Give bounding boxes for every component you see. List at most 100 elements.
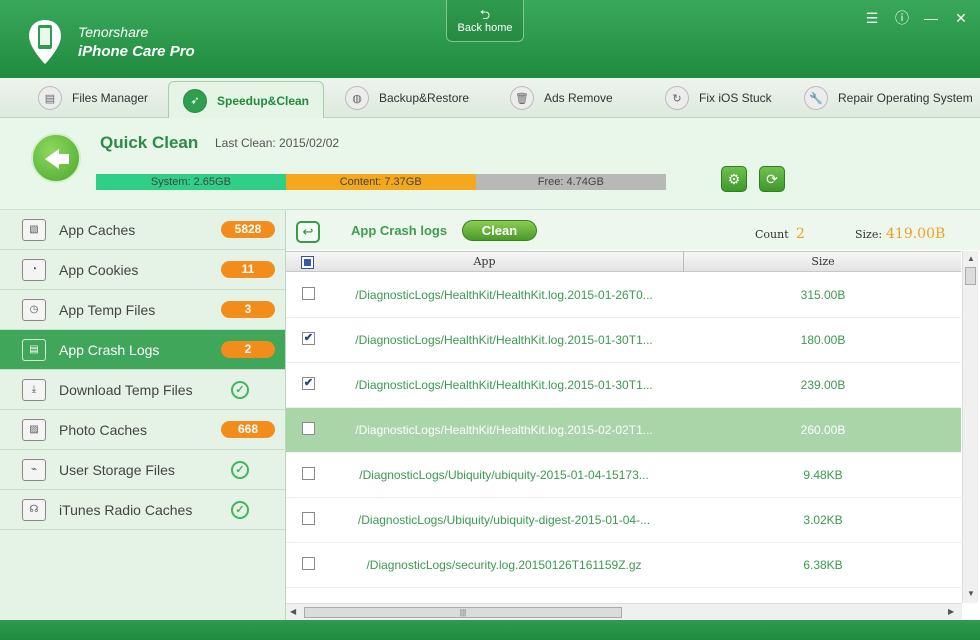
- refresh-icon: ↻: [665, 86, 689, 110]
- tab-label: Backup&Restore: [379, 91, 470, 105]
- table-row[interactable]: /DiagnosticLogs/HealthKit/HealthKit.log.…: [286, 273, 961, 318]
- row-checkbox[interactable]: [302, 467, 315, 480]
- scroll-left-icon[interactable]: ◀: [290, 607, 296, 616]
- vertical-scroll-thumb[interactable]: [965, 267, 976, 285]
- row-size: 315.00B: [800, 288, 846, 302]
- info-icon[interactable]: ⓘ: [893, 9, 911, 27]
- menu-icon[interactable]: ☰: [863, 9, 881, 27]
- row-checkbox[interactable]: [302, 287, 315, 300]
- table-row[interactable]: /DiagnosticLogs/security.log.20150126T16…: [286, 543, 961, 588]
- sidebar-item-itunes-radio-caches[interactable]: ☊ iTunes Radio Caches ✓: [0, 490, 285, 530]
- cookie-icon: ◔: [22, 258, 46, 281]
- tab-ads-remove[interactable]: 🗑 Ads Remove: [510, 78, 613, 118]
- gear-icon: ⚙: [727, 171, 741, 187]
- table-row[interactable]: ✔ /DiagnosticLogs/HealthKit/HealthKit.log…: [286, 363, 961, 408]
- sidebar-item-label: App Cookies: [59, 261, 139, 278]
- back-home-label: Back home: [457, 22, 513, 34]
- checkmark-circle-icon: ✓: [231, 500, 249, 519]
- scroll-down-icon[interactable]: ▼: [967, 589, 975, 598]
- close-icon[interactable]: ✕: [952, 9, 970, 27]
- sidebar-item-app-crash-logs[interactable]: ▤ App Crash Logs 2: [0, 330, 285, 370]
- horizontal-scrollbar[interactable]: ◀ ||| ▶: [286, 603, 962, 620]
- count-badge: 11: [221, 261, 275, 278]
- refresh-icon: ⟳: [766, 171, 778, 187]
- clean-button[interactable]: Clean: [462, 220, 537, 241]
- scroll-up-icon[interactable]: ▲: [967, 254, 975, 263]
- tab-repair-operating-system[interactable]: 🔧 Repair Operating System: [804, 78, 973, 118]
- sidebar-item-label: App Caches: [59, 221, 136, 238]
- checkmark-circle-icon: ✓: [231, 460, 249, 479]
- sidebar-item-download-temp-files[interactable]: ⤓ Download Temp Files ✓: [0, 370, 285, 410]
- table-row[interactable]: ✔ /DiagnosticLogs/HealthKit/HealthKit.log…: [286, 318, 961, 363]
- sidebar-item-app-caches[interactable]: ▧ App Caches 5828: [0, 210, 285, 250]
- rocket-icon: ➶: [183, 88, 207, 113]
- tab-label: Speedup&Clean: [217, 93, 310, 108]
- count-badge: 2: [221, 341, 275, 358]
- wrench-icon: 🔧: [804, 86, 828, 110]
- back-arrow-button[interactable]: [31, 133, 81, 183]
- row-checkbox[interactable]: [302, 512, 315, 525]
- crash-log-icon: ▤: [22, 338, 46, 361]
- main-tab-bar: ▤ Files Manager ➶ Speedup&Clean ◍ Backup…: [0, 78, 980, 119]
- sidebar-item-label: User Storage Files: [59, 461, 175, 478]
- sidebar-item-app-cookies[interactable]: ◔ App Cookies 11: [0, 250, 285, 290]
- select-all-checkbox[interactable]: [301, 256, 314, 269]
- table-row[interactable]: /DiagnosticLogs/Ubiquity/ubiquity-digest…: [286, 498, 961, 543]
- tab-fix-ios-stuck[interactable]: ↻ Fix iOS Stuck: [665, 78, 772, 118]
- row-checkbox[interactable]: [302, 422, 315, 435]
- undo-button[interactable]: ↩: [296, 221, 320, 243]
- settings-gear-button[interactable]: ⚙: [721, 166, 747, 192]
- crash-logs-content: ↩ App Crash logs Clean Count 2 Size: 419…: [286, 210, 980, 620]
- row-size: 180.00B: [800, 333, 846, 347]
- tab-backup-restore[interactable]: ◍ Backup&Restore: [345, 78, 469, 118]
- table-header: App Size: [286, 251, 961, 272]
- row-checkbox[interactable]: ✔: [302, 332, 315, 345]
- row-app-path: /DiagnosticLogs/Ubiquity/ubiquity-2015-0…: [359, 468, 649, 482]
- table-row[interactable]: /DiagnosticLogs/HealthKit/HealthKit.log.…: [286, 408, 961, 453]
- status-bar: [0, 620, 980, 640]
- row-checkbox[interactable]: [302, 557, 315, 570]
- storage-usage-bar: System: 2.65GB Content: 7.37GB Free: 4.7…: [96, 174, 666, 190]
- brand-product: iPhone Care Pro: [78, 43, 195, 60]
- tab-label: Ads Remove: [544, 91, 613, 105]
- title-bar: Tenorshare iPhone Care Pro ⮌ Back home ☰…: [0, 0, 980, 78]
- vertical-scrollbar[interactable]: ▲ ▼: [962, 251, 978, 603]
- column-header-size[interactable]: Size: [685, 252, 961, 272]
- tab-label: Fix iOS Stuck: [699, 91, 772, 105]
- count-badge: 3: [221, 301, 275, 318]
- sidebar-item-user-storage-files[interactable]: ⌁ User Storage Files ✓: [0, 450, 285, 490]
- row-size: 3.02KB: [803, 513, 843, 527]
- table-row[interactable]: /DiagnosticLogs/Ubiquity/ubiquity-2015-0…: [286, 453, 961, 498]
- horizontal-scroll-thumb[interactable]: |||: [304, 607, 622, 618]
- sidebar-item-label: App Crash Logs: [59, 341, 160, 358]
- usb-icon: ⌁: [22, 458, 46, 481]
- temp-file-icon: ◷: [22, 298, 46, 321]
- sidebar-item-label: iTunes Radio Caches: [59, 501, 193, 518]
- tab-speedup-clean[interactable]: ➶ Speedup&Clean: [168, 81, 325, 119]
- content-toolbar: ↩ App Crash logs Clean Count 2 Size: 419…: [286, 210, 980, 250]
- row-app-path: /DiagnosticLogs/HealthKit/HealthKit.log.…: [355, 423, 653, 437]
- storage-system-segment: System: 2.65GB: [96, 174, 286, 190]
- undo-icon: ↩: [302, 224, 314, 239]
- column-header-app[interactable]: App: [286, 252, 684, 272]
- sidebar-item-app-temp-files[interactable]: ◷ App Temp Files 3: [0, 290, 285, 330]
- sidebar-item-photo-caches[interactable]: ▨ Photo Caches 668: [0, 410, 285, 450]
- section-title: App Crash logs: [351, 223, 448, 238]
- row-size: 260.00B: [800, 423, 846, 437]
- trash-icon: 🗑: [510, 86, 534, 110]
- back-home-button[interactable]: ⮌ Back home: [446, 0, 524, 42]
- count-badge: 668: [221, 421, 275, 438]
- storage-content-segment: Content: 7.37GB: [285, 174, 476, 190]
- row-app-path: /DiagnosticLogs/HealthKit/HealthKit.log.…: [355, 288, 653, 302]
- quick-clean-panel: Quick Clean Last Clean: 2015/02/02 Syste…: [0, 118, 980, 210]
- sidebar-item-label: App Temp Files: [59, 301, 156, 318]
- row-checkbox[interactable]: ✔: [302, 377, 315, 390]
- refresh-button[interactable]: ⟳: [759, 166, 785, 192]
- row-app-path: /DiagnosticLogs/HealthKit/HealthKit.log.…: [355, 333, 653, 347]
- image-icon: ▧: [22, 218, 46, 241]
- scroll-right-icon[interactable]: ▶: [948, 607, 954, 616]
- back-arrow-icon: ⮌: [479, 7, 491, 22]
- size-value: 419.00B: [886, 226, 946, 242]
- minimize-icon[interactable]: —: [922, 9, 940, 27]
- tab-files-manager[interactable]: ▤ Files Manager: [38, 78, 148, 118]
